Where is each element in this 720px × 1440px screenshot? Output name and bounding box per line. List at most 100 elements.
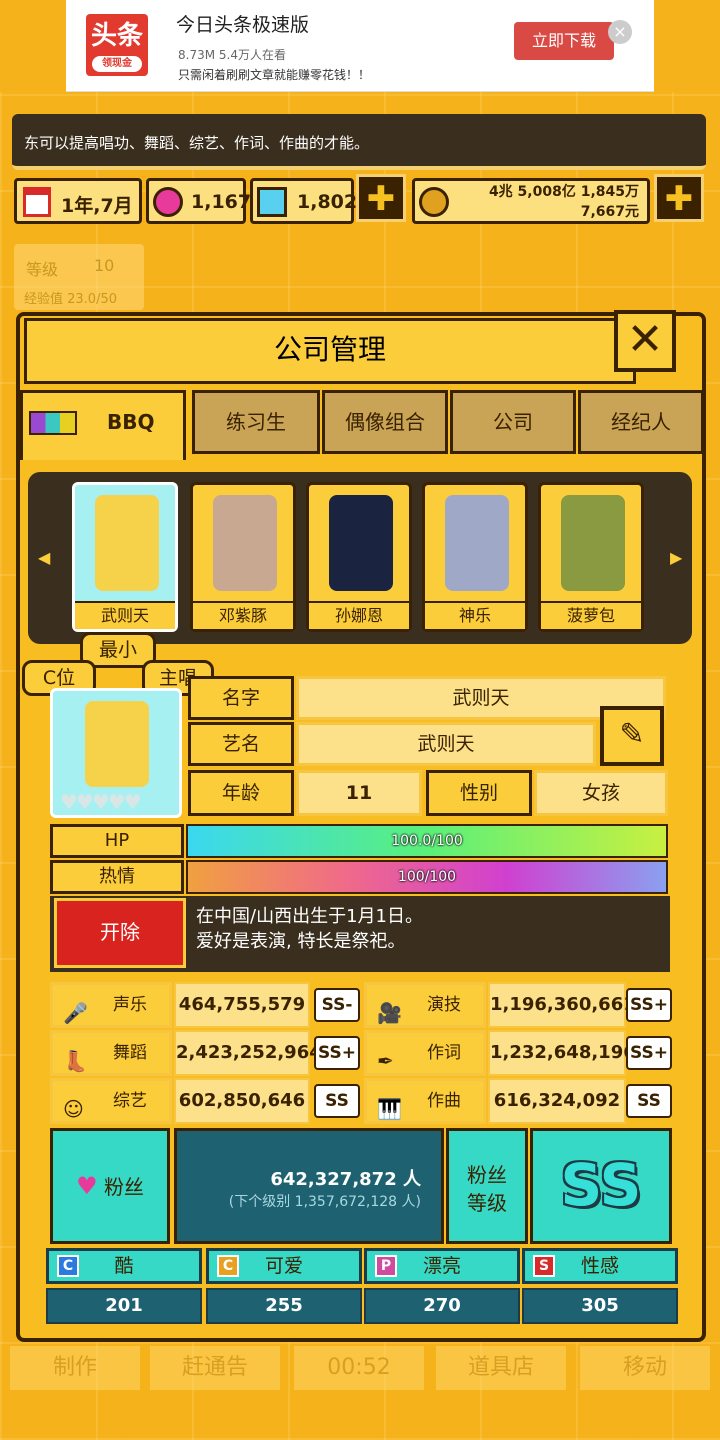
stat-name: 作词 <box>427 1043 461 1063</box>
passion-label: 热情 <box>50 860 184 894</box>
fire-button[interactable]: 开除 <box>54 898 186 968</box>
attribute-header: C酷 <box>46 1248 202 1284</box>
edit-pencil-icon[interactable]: ✎ <box>600 706 664 766</box>
tab-trainee[interactable]: 练习生 <box>192 390 320 454</box>
attribute-letter-icon: P <box>375 1255 397 1277</box>
news-ticker: 东可以提高唱功、舞蹈、综艺、作词、作曲的才能。 <box>12 114 706 170</box>
tab-company[interactable]: 公司 <box>450 390 576 454</box>
character-name: 邓紫豚 <box>193 601 293 629</box>
level-label: 等级 <box>26 260 59 279</box>
nav-schedule[interactable]: 赶通告 <box>150 1346 280 1390</box>
date-display: 1年,7月 <box>14 178 142 224</box>
fan-level-label-1: 粉丝 <box>467 1163 507 1187</box>
exp-label: 经验值 23.0/50 <box>24 292 117 307</box>
hp-bar: 100.0/100 <box>186 824 668 858</box>
fans-label-box: ♥ 粉丝 <box>50 1128 170 1244</box>
age-value: 11 <box>296 770 422 816</box>
add-diamonds-button[interactable]: ✚ <box>356 174 406 222</box>
ad-banner[interactable]: 头条 领现金 今日头条极速版 8.73M 5.4万人在看 只需闲着刷刷文章就能赚零… <box>66 0 654 92</box>
date-value: 1年,7月 <box>61 195 133 217</box>
stat-name: 演技 <box>427 995 461 1015</box>
tab-agent[interactable]: 经纪人 <box>578 390 704 454</box>
stat-name: 作曲 <box>427 1091 461 1111</box>
group-icon <box>29 411 77 435</box>
attribute-letter-icon: C <box>57 1255 79 1277</box>
stat-label: 🎥 演技 <box>364 982 486 1028</box>
stat-label: ✒ 作词 <box>364 1030 486 1076</box>
nav-item-shop[interactable]: 道具店 <box>436 1346 566 1390</box>
ad-description: 只需闲着刷刷文章就能赚零花钱！！ <box>178 68 371 82</box>
attribute-header: S 性感 <box>522 1248 678 1284</box>
tab-bbq[interactable]: BBQ <box>20 390 186 460</box>
attribute-header: P 漂亮 <box>364 1248 520 1284</box>
name-label: 名字 <box>188 676 294 720</box>
character-sprite <box>85 701 149 787</box>
attribute-label: 酷 <box>114 1255 134 1277</box>
diamonds-value: 1,802 <box>297 191 358 213</box>
character-sprite <box>445 495 509 591</box>
character-name: 菠萝包 <box>541 601 641 629</box>
passion-bar: 100/100 <box>186 860 668 894</box>
stat-label: ☺ 综艺 <box>50 1078 172 1124</box>
close-icon[interactable]: ✕ <box>614 310 676 372</box>
character-card[interactable]: 神乐 <box>422 482 528 632</box>
money-line-1: 4兆 5,008亿 1,845万 <box>488 184 639 200</box>
nav-move[interactable]: 移动 <box>580 1346 710 1390</box>
piano-icon: 🎹 <box>377 1097 402 1121</box>
tab-label: BBQ <box>107 410 155 434</box>
mic-icon: 🎤 <box>63 1001 88 1025</box>
stat-grade: SS+ <box>314 1036 360 1070</box>
diamond-icon <box>257 187 287 217</box>
character-sprite <box>95 495 159 591</box>
character-sprite <box>329 495 393 591</box>
ad-close-icon[interactable]: × <box>608 20 632 44</box>
tab-idol-group[interactable]: 偶像组合 <box>322 390 448 454</box>
chevron-left-icon[interactable]: ◀ <box>38 548 50 567</box>
camera-icon: 🎥 <box>377 1001 402 1025</box>
stat-grade: SS <box>626 1084 672 1118</box>
character-card[interactable]: 菠萝包 <box>538 482 644 632</box>
stat-value: 616,324,092 <box>488 1078 626 1124</box>
diamonds-display: 1,802 <box>250 178 358 224</box>
gem-icon <box>153 187 183 217</box>
stage-name-value: 武则天 <box>296 722 596 766</box>
attribute-letter-icon: C <box>217 1255 239 1277</box>
ad-download-button[interactable]: 立即下载 <box>514 22 614 60</box>
fans-count-box: 642,327,872 人 (下个级别 1,357,672,128 人) <box>174 1128 444 1244</box>
character-card[interactable]: 孙娜恩 <box>306 482 412 632</box>
attribute-header: C 可爱 <box>206 1248 362 1284</box>
fan-level-grade: SS <box>530 1128 672 1244</box>
attribute-label: 性感 <box>580 1255 619 1277</box>
character-card[interactable]: 邓紫豚 <box>190 482 296 632</box>
bio-line-2: 爱好是表演, 特长是祭祀。 <box>196 931 406 952</box>
attribute-value: 255 <box>206 1288 362 1324</box>
add-money-button[interactable]: ✚ <box>654 174 704 222</box>
heart-icon: ♥ <box>76 1172 98 1200</box>
chevron-right-icon[interactable]: ▶ <box>670 548 682 567</box>
pen-icon: ✒ <box>377 1049 394 1073</box>
stat-value: 2,423,252,964 <box>174 1030 322 1076</box>
stat-grade: SS+ <box>626 1036 672 1070</box>
fans-count: 642,327,872 人 <box>270 1169 421 1190</box>
stat-value: 602,850,646 <box>174 1078 310 1124</box>
character-sprite <box>213 495 277 591</box>
hp-label: HP <box>50 824 184 858</box>
coin-icon <box>419 187 449 217</box>
nav-produce[interactable]: 制作 <box>10 1346 140 1390</box>
mask-icon: ☺ <box>63 1097 84 1121</box>
stat-name: 声乐 <box>113 995 147 1015</box>
character-card[interactable]: 武则天 <box>72 482 178 632</box>
gems-value: 1,167 <box>191 191 252 213</box>
age-label: 年龄 <box>188 770 294 816</box>
stat-label: 🎤 声乐 <box>50 982 172 1028</box>
stat-label: 🎹 作曲 <box>364 1078 486 1124</box>
gender-label: 性别 <box>426 770 532 816</box>
stat-label: 👢 舞蹈 <box>50 1030 172 1076</box>
fans-label: 粉丝 <box>103 1175 144 1199</box>
character-sprite <box>561 495 625 591</box>
panel-title: 公司管理 <box>24 318 636 384</box>
gender-value: 女孩 <box>534 770 668 816</box>
stat-grade: SS+ <box>626 988 672 1022</box>
nav-timer: 00:52 <box>294 1346 424 1390</box>
attribute-value: 270 <box>364 1288 520 1324</box>
